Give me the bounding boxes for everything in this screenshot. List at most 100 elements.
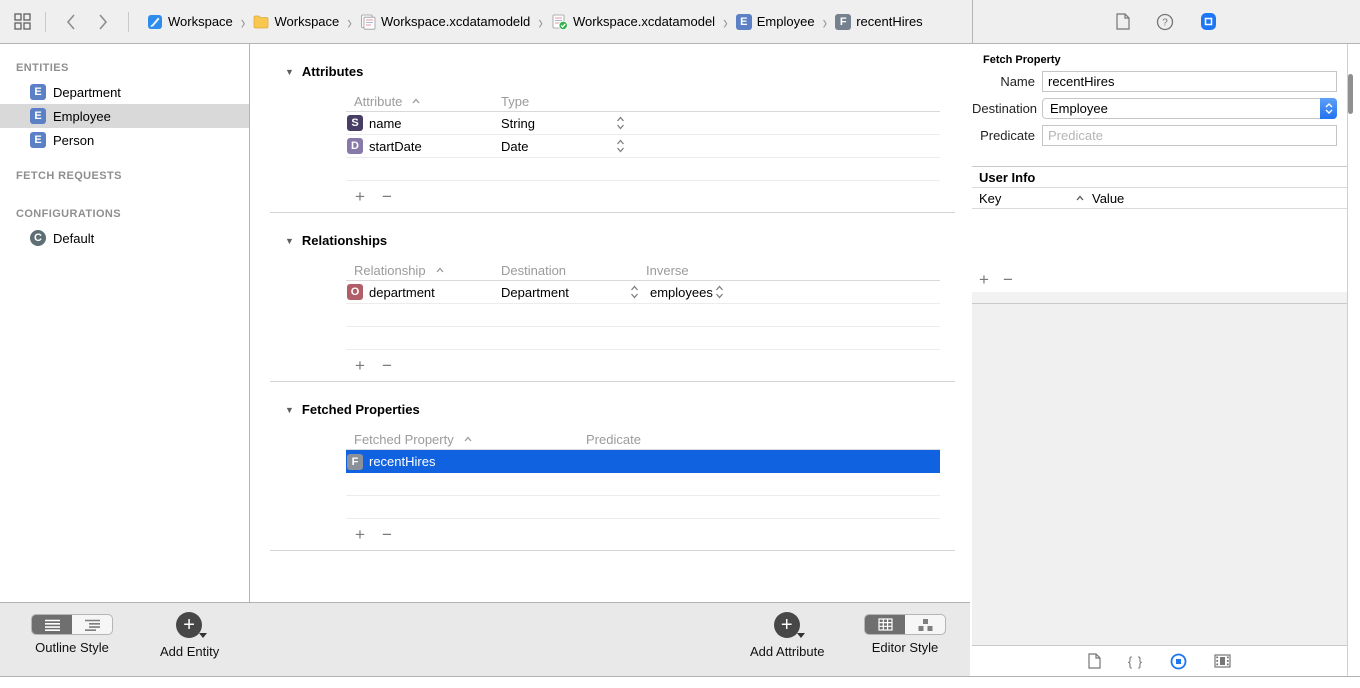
name-label: Name [972, 74, 1042, 89]
fetch-property-section-title: Fetch Property [972, 44, 1347, 68]
breadcrumb-item-xcdatamodeld[interactable]: Workspace.xcdatamodeld [360, 14, 530, 30]
breadcrumb-label: Workspace [168, 14, 233, 29]
empty-row [346, 473, 940, 496]
remove-relationship-minus-button[interactable]: − [382, 357, 392, 374]
related-items-icon[interactable] [14, 13, 31, 30]
model-editor: ▼ Attributes Attribute Type S name Str [250, 44, 970, 602]
add-entity-control: + Add Entity [160, 612, 219, 659]
disclosure-triangle-icon[interactable]: ▼ [285, 236, 294, 246]
breadcrumb-label: Employee [757, 14, 815, 29]
add-relationship-plus-button[interactable]: + [355, 357, 365, 374]
sidebar-item-default-configuration[interactable]: C Default [0, 226, 249, 250]
column-header-key[interactable]: Key [979, 188, 1001, 208]
entity-badge-icon: E [30, 108, 46, 124]
media-library-icon[interactable] [1214, 654, 1231, 668]
type-cell[interactable]: Date [501, 135, 528, 157]
sidebar-item-department[interactable]: E Department [0, 80, 249, 104]
data-model-inspector-tab-icon[interactable] [1200, 12, 1217, 31]
fetched-properties-add-remove: + − [346, 519, 940, 550]
add-fetched-property-plus-button[interactable]: + [355, 526, 365, 543]
fetched-property-row-recenthires[interactable]: F recentHires [346, 450, 940, 473]
disclosure-triangle-icon[interactable]: ▼ [285, 67, 294, 77]
dropdown-arrow-icon [199, 633, 207, 638]
add-attribute-button[interactable]: + [774, 612, 801, 639]
fetched-property-badge-icon: F [347, 454, 363, 470]
column-header-attribute[interactable]: Attribute [354, 91, 420, 111]
empty-row [346, 158, 940, 181]
remove-user-info-minus-button[interactable]: − [1003, 271, 1013, 288]
sort-ascending-icon [464, 436, 472, 442]
column-header-value[interactable]: Value [1092, 188, 1124, 208]
column-header-destination[interactable]: Destination [501, 260, 566, 280]
attributes-section: ▼ Attributes Attribute Type S name Str [250, 44, 970, 213]
relationship-row-department[interactable]: O department Department employees [346, 281, 940, 304]
go-back-button[interactable] [60, 11, 82, 33]
column-header-fetched-property[interactable]: Fetched Property [354, 429, 472, 449]
destination-cell[interactable]: Department [501, 281, 569, 303]
jump-bar: Workspace › Workspace › Workspace.xcdata… [0, 0, 1360, 44]
object-library-icon[interactable] [1170, 653, 1187, 670]
code-snippet-library-icon[interactable]: { } [1128, 654, 1143, 669]
user-info-table-header: Key Value [972, 188, 1347, 209]
inverse-cell[interactable]: employees [650, 281, 713, 303]
editor-style-table-segment[interactable] [865, 615, 905, 634]
sidebar-item-person[interactable]: E Person [0, 128, 249, 152]
fetched-property-badge-icon: F [835, 14, 851, 30]
attribute-row-startdate[interactable]: D startDate Date [346, 135, 940, 158]
entity-badge-icon: E [736, 14, 752, 30]
name-input[interactable] [1042, 71, 1337, 92]
empty-row [346, 327, 940, 350]
name-row: Name [972, 68, 1347, 95]
column-header-predicate[interactable]: Predicate [586, 429, 641, 449]
outline-style-flat-segment[interactable] [32, 615, 72, 634]
inspector-tab-bar: ? [972, 0, 1360, 43]
scrollbar-thumb[interactable] [1348, 74, 1353, 114]
add-entity-button[interactable]: + [176, 612, 203, 639]
predicate-row: Predicate [972, 122, 1347, 149]
attributes-section-header[interactable]: ▼ Attributes [250, 63, 970, 80]
type-stepper-icon[interactable] [616, 135, 625, 157]
destination-dropdown[interactable]: Employee [1042, 98, 1337, 119]
column-header-type[interactable]: Type [501, 91, 529, 111]
attribute-row-name[interactable]: S name String [346, 112, 940, 135]
breadcrumb-item-group[interactable]: Workspace [253, 14, 339, 29]
entity-badge-icon: E [30, 84, 46, 100]
quick-help-tab-icon[interactable]: ? [1156, 13, 1174, 31]
window-bottom-edge [0, 676, 1360, 688]
breadcrumb-separator: › [240, 10, 247, 32]
column-header-inverse[interactable]: Inverse [646, 260, 689, 280]
destination-stepper-icon[interactable] [630, 281, 639, 303]
breadcrumb-item-fetched-property[interactable]: F recentHires [835, 14, 922, 30]
add-user-info-plus-button[interactable]: + [979, 271, 989, 288]
remove-fetched-property-minus-button[interactable]: − [382, 526, 392, 543]
disclosure-triangle-icon[interactable]: ▼ [285, 405, 294, 415]
breadcrumb-label: Workspace [274, 14, 339, 29]
sidebar-item-label: Department [53, 85, 121, 100]
file-template-library-icon[interactable] [1088, 653, 1101, 669]
breadcrumb-item-project[interactable]: Workspace [147, 14, 233, 30]
sidebar-item-employee[interactable]: E Employee [0, 104, 249, 128]
fetched-property-cell: F recentHires [347, 450, 435, 473]
outline-style-hierarchical-segment[interactable] [72, 615, 112, 634]
relationships-section-header[interactable]: ▼ Relationships [250, 232, 970, 249]
section-title: Fetched Properties [302, 402, 420, 417]
type-cell[interactable]: String [501, 112, 535, 134]
add-attribute-control: + Add Attribute [750, 612, 824, 659]
column-header-relationship[interactable]: Relationship [354, 260, 444, 280]
remove-attribute-minus-button[interactable]: − [382, 188, 392, 205]
svg-text:?: ? [1162, 17, 1168, 28]
type-stepper-icon[interactable] [616, 112, 625, 134]
editor-style-label: Editor Style [872, 640, 938, 655]
sort-ascending-icon [412, 98, 420, 104]
breadcrumb-item-entity[interactable]: E Employee [736, 14, 815, 30]
inverse-stepper-icon[interactable] [715, 281, 724, 303]
predicate-input[interactable] [1042, 125, 1337, 146]
breadcrumb-item-xcdatamodel[interactable]: Workspace.xcdatamodel [551, 14, 715, 30]
go-forward-button[interactable] [92, 11, 114, 33]
fetched-properties-section-header[interactable]: ▼ Fetched Properties [250, 401, 970, 418]
add-attribute-plus-button[interactable]: + [355, 188, 365, 205]
sidebar-section-fetch-requests: FETCH REQUESTS [0, 162, 249, 188]
file-inspector-tab-icon[interactable] [1116, 13, 1130, 30]
editor-style-graph-segment[interactable] [905, 615, 945, 634]
attributes-add-remove: + − [346, 181, 940, 212]
